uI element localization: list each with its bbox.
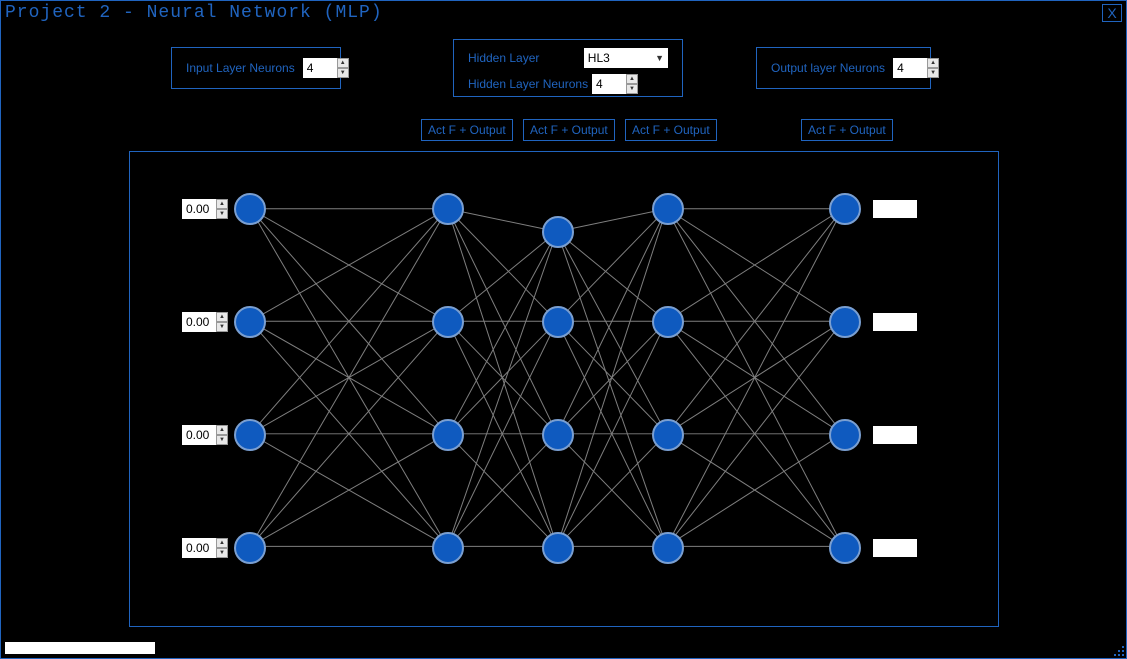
output-3-value (873, 539, 917, 557)
input-2-value[interactable]: 0.00 (182, 425, 216, 445)
neuron-output-1 (829, 306, 861, 338)
actf-button-output[interactable]: Act F + Output (801, 119, 893, 141)
output-neurons-spinbox[interactable]: 4 ▲▼ (893, 58, 939, 78)
window: Project 2 - Neural Network (MLP) X Input… (0, 0, 1127, 659)
spin-up-icon[interactable]: ▲ (927, 58, 939, 68)
output-0-value (873, 200, 917, 218)
spin-up-icon[interactable]: ▲ (626, 74, 638, 84)
neuron-hidden3-0 (652, 193, 684, 225)
hidden-neurons-value[interactable]: 4 (592, 74, 626, 94)
neuron-hidden3-2 (652, 419, 684, 451)
neuron-input-3 (234, 532, 266, 564)
input-1-spinbox[interactable]: 0.00▲▼ (182, 312, 228, 332)
hidden-layer-dropdown[interactable]: HL3 ▼ (584, 48, 668, 68)
hidden-layer-config: Hidden Layer HL3 ▼ Hidden Layer Neurons … (453, 39, 683, 97)
hidden-layer-label: Hidden Layer (468, 51, 576, 65)
close-button[interactable]: X (1102, 4, 1122, 22)
neuron-output-2 (829, 419, 861, 451)
chevron-down-icon: ▼ (655, 53, 664, 63)
neuron-hidden2-1 (542, 306, 574, 338)
neuron-hidden3-1 (652, 306, 684, 338)
input-neurons-label: Input Layer Neurons (186, 61, 295, 75)
spin-down-icon[interactable]: ▼ (337, 68, 349, 78)
progress-bar (5, 642, 155, 654)
neuron-output-0 (829, 193, 861, 225)
spin-up-icon[interactable]: ▲ (216, 199, 228, 209)
hidden-layer-selected: HL3 (588, 51, 610, 65)
input-neurons-spinbox[interactable]: 4 ▲▼ (303, 58, 349, 78)
activation-row: Act F + Output Act F + Output Act F + Ou… (1, 119, 1126, 143)
hidden-neurons-label: Hidden Layer Neurons (468, 77, 584, 91)
output-1-value (873, 313, 917, 331)
titlebar: Project 2 - Neural Network (MLP) X (1, 1, 1126, 25)
input-1-value[interactable]: 0.00 (182, 312, 216, 332)
hidden-neurons-spinbox[interactable]: 4 ▲▼ (592, 74, 638, 94)
input-2-spinbox[interactable]: 0.00▲▼ (182, 425, 228, 445)
spin-down-icon[interactable]: ▼ (216, 209, 228, 219)
neuron-hidden1-0 (432, 193, 464, 225)
neuron-hidden3-3 (652, 532, 684, 564)
spin-down-icon[interactable]: ▼ (216, 548, 228, 558)
resize-grip-icon[interactable] (1110, 642, 1124, 656)
output-neurons-label: Output layer Neurons (771, 61, 885, 75)
spin-up-icon[interactable]: ▲ (216, 538, 228, 548)
input-0-spinbox[interactable]: 0.00▲▼ (182, 199, 228, 219)
output-2-value (873, 426, 917, 444)
actf-button-hidden3[interactable]: Act F + Output (625, 119, 717, 141)
neuron-hidden1-2 (432, 419, 464, 451)
neuron-output-3 (829, 532, 861, 564)
spin-up-icon[interactable]: ▲ (216, 312, 228, 322)
window-title: Project 2 - Neural Network (MLP) (5, 3, 383, 23)
input-neurons-value[interactable]: 4 (303, 58, 337, 78)
neuron-hidden1-3 (432, 532, 464, 564)
output-neurons-value[interactable]: 4 (893, 58, 927, 78)
neuron-input-0 (234, 193, 266, 225)
spin-down-icon[interactable]: ▼ (626, 84, 638, 94)
input-0-value[interactable]: 0.00 (182, 199, 216, 219)
input-layer-config: Input Layer Neurons 4 ▲▼ (171, 47, 341, 89)
neuron-input-2 (234, 419, 266, 451)
actf-button-hidden2[interactable]: Act F + Output (523, 119, 615, 141)
network-canvas: 0.00▲▼0.00▲▼0.00▲▼0.00▲▼ (129, 151, 999, 627)
spin-down-icon[interactable]: ▼ (216, 322, 228, 332)
input-3-spinbox[interactable]: 0.00▲▼ (182, 538, 228, 558)
input-3-value[interactable]: 0.00 (182, 538, 216, 558)
neuron-hidden2-0 (542, 216, 574, 248)
spin-down-icon[interactable]: ▼ (927, 68, 939, 78)
config-row: Input Layer Neurons 4 ▲▼ Hidden Layer HL… (1, 39, 1126, 105)
spin-up-icon[interactable]: ▲ (337, 58, 349, 68)
spin-up-icon[interactable]: ▲ (216, 425, 228, 435)
neuron-hidden1-1 (432, 306, 464, 338)
output-layer-config: Output layer Neurons 4 ▲▼ (756, 47, 931, 89)
actf-button-hidden1[interactable]: Act F + Output (421, 119, 513, 141)
neuron-input-1 (234, 306, 266, 338)
spin-down-icon[interactable]: ▼ (216, 435, 228, 445)
neuron-hidden2-3 (542, 532, 574, 564)
neuron-hidden2-2 (542, 419, 574, 451)
